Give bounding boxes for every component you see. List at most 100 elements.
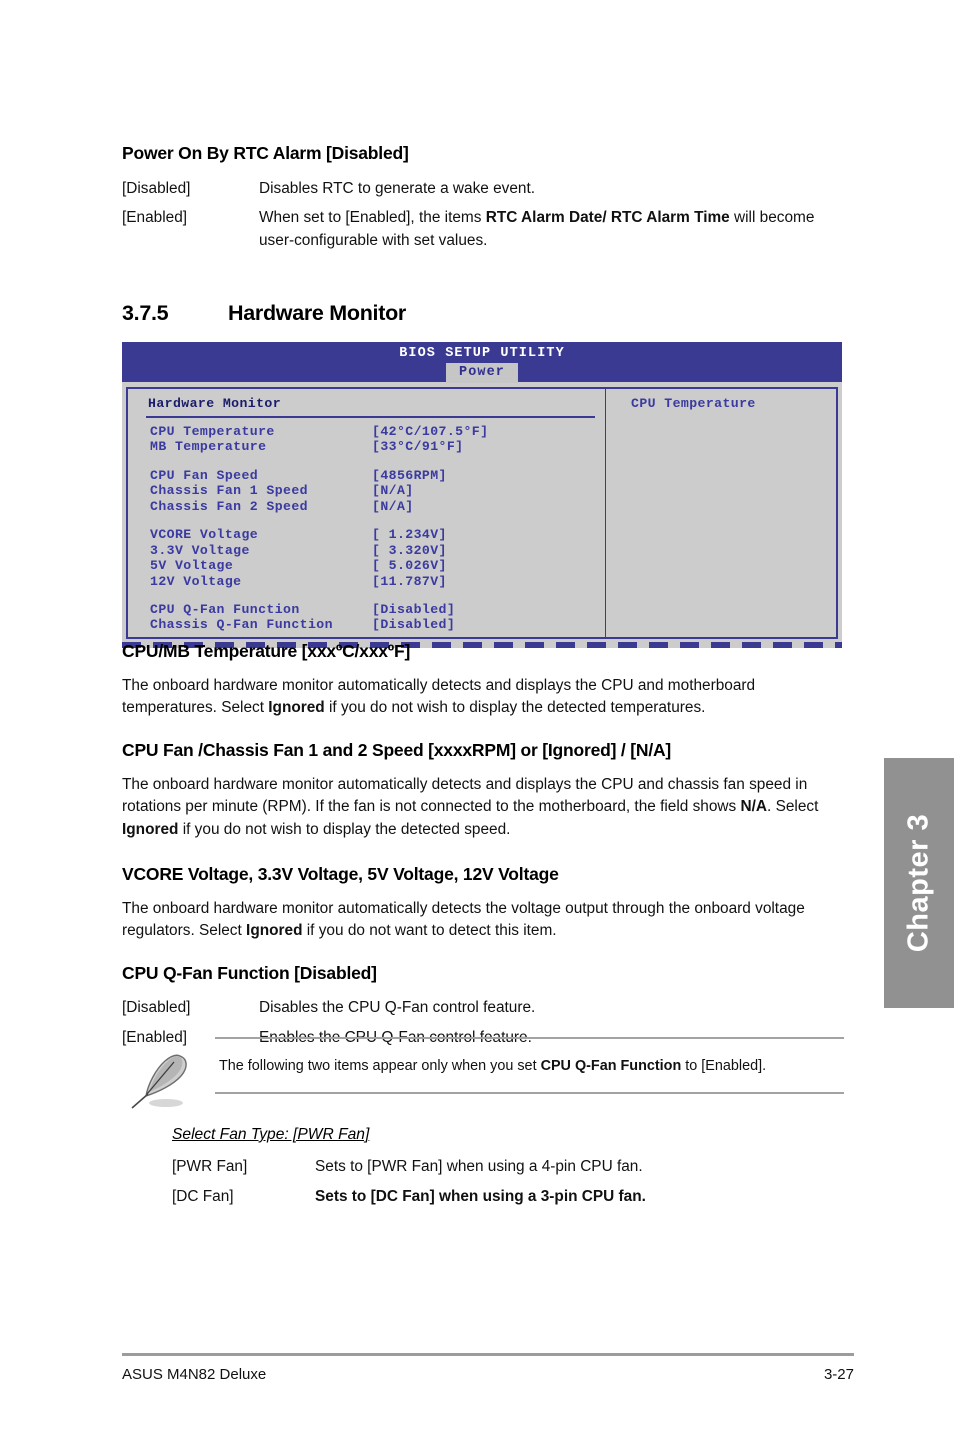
- bios-header-bar: BIOS SETUP UTILITY Power: [122, 342, 842, 383]
- text-bold-1: N/A: [740, 798, 768, 816]
- text-post: if you do not wish to display the detect…: [324, 699, 706, 717]
- bios-setup-screenshot: BIOS SETUP UTILITY Power Hardware Monito…: [122, 342, 842, 648]
- text-post: if you do not want to detect this item.: [302, 922, 557, 940]
- bios-row[interactable]: MB Temperature [33°C/91°F]: [128, 439, 605, 454]
- bios-tab-power[interactable]: Power: [445, 363, 519, 383]
- definition-key: [DC Fan]: [172, 1188, 234, 1206]
- section-fan-speed: CPU Fan /Chassis Fan 1 and 2 Speed [xxxx…: [122, 740, 854, 841]
- definition-value: Sets to [DC Fan] when using a 3-pin CPU …: [315, 1188, 646, 1206]
- chapter-side-tab: Chapter 3: [884, 758, 954, 1008]
- bios-pane-title: Hardware Monitor: [148, 396, 282, 411]
- bios-row-label: 12V Voltage: [150, 573, 242, 589]
- bios-row-value: [33°C/91°F]: [372, 439, 464, 455]
- section-paragraph: The onboard hardware monitor automatical…: [122, 898, 854, 943]
- bios-spacer: [128, 514, 605, 527]
- definition-key: [Disabled]: [122, 180, 191, 197]
- bios-row[interactable]: 3.3V Voltage [ 3.320V]: [128, 543, 605, 558]
- bios-row[interactable]: CPU Q-Fan Function [Disabled]: [128, 602, 605, 617]
- bios-row-label: CPU Q-Fan Function: [150, 601, 300, 617]
- definition-row: [Enabled] When set to [Enabled], the ite…: [122, 207, 852, 252]
- text-bold: Ignored: [246, 922, 303, 940]
- bios-spacer: [128, 589, 605, 602]
- note-pencil-icon: [126, 1046, 198, 1110]
- bios-row-value: [11.787V]: [372, 573, 447, 589]
- text-bold: CPU Q-Fan Function: [540, 1058, 682, 1074]
- bios-row[interactable]: 5V Voltage [ 5.026V]: [128, 558, 605, 573]
- bios-row[interactable]: CPU Fan Speed [4856RPM]: [128, 468, 605, 483]
- bios-row[interactable]: Chassis Q-Fan Function [Disabled]: [128, 617, 605, 632]
- definition-value: Sets to [PWR Fan] when using a 4-pin CPU…: [315, 1158, 643, 1175]
- bios-row[interactable]: Chassis Fan 2 Speed [N/A]: [128, 499, 605, 514]
- section-voltage: VCORE Voltage, 3.3V Voltage, 5V Voltage,…: [122, 864, 854, 943]
- definition-row: [DC Fan] Sets to [DC Fan] when using a 3…: [172, 1186, 854, 1208]
- section-power-on-by-rtc-alarm: Power On By RTC Alarm [Disabled] [Disabl…: [122, 143, 852, 259]
- text-pre: When set to [Enabled], the items: [259, 209, 486, 227]
- chapter-tab-label: Chapter 3: [902, 813, 935, 953]
- bios-row-label: 5V Voltage: [150, 558, 234, 574]
- bios-row-label: VCORE Voltage: [150, 527, 259, 543]
- bios-row-label: 3.3V Voltage: [150, 542, 250, 558]
- note-text: The following two items appear only when…: [215, 1039, 844, 1092]
- page-footer: ASUS M4N82 Deluxe 3-27: [122, 1366, 854, 1383]
- section-heading: CPU Q-Fan Function [Disabled]: [122, 963, 377, 983]
- section-title: Hardware Monitor: [228, 301, 406, 325]
- bios-title: BIOS SETUP UTILITY: [399, 346, 565, 361]
- text-part-3: if you do not wish to display the detect…: [178, 820, 511, 838]
- text-part-1: The onboard hardware monitor automatical…: [122, 776, 808, 816]
- bios-help-text: CPU Temperature: [631, 396, 756, 411]
- bios-row[interactable]: Chassis Fan 1 Speed [N/A]: [128, 483, 605, 498]
- definition-row: [Disabled] Disables RTC to generate a wa…: [122, 178, 852, 200]
- section-cpu-mb-temperature: CPU/MB Temperature [xxxºC/xxxºF] The onb…: [122, 641, 854, 720]
- manual-page: Power On By RTC Alarm [Disabled] [Disabl…: [0, 0, 954, 1438]
- bios-help-pane: CPU Temperature: [605, 387, 838, 639]
- bios-help-inner: CPU Temperature: [606, 396, 836, 610]
- bios-row[interactable]: VCORE Voltage [ 1.234V]: [128, 527, 605, 542]
- definition-key: [Disabled]: [122, 999, 191, 1016]
- text-post: to [Enabled].: [681, 1058, 767, 1074]
- bios-row-value: [42°C/107.5°F]: [372, 424, 489, 439]
- bios-row-label: Chassis Fan 2 Speed: [150, 498, 308, 514]
- section-number: 3.7.5: [122, 301, 169, 325]
- sub-item-title: Select Fan Type: [PWR Fan]: [172, 1126, 370, 1143]
- definition-row: [Disabled] Disables the CPU Q-Fan contro…: [122, 997, 854, 1019]
- note-callout: The following two items appear only when…: [122, 1032, 854, 1110]
- text-bold-2: Ignored: [122, 820, 179, 838]
- footer-page-number: 3-27: [823, 1366, 854, 1383]
- text-bold: Ignored: [268, 699, 325, 717]
- bios-row-value: [ 1.234V]: [372, 527, 447, 543]
- bios-divider: [146, 416, 595, 418]
- text-pre: The following two items appear only when…: [219, 1058, 541, 1074]
- bios-row-label: CPU Temperature: [150, 424, 275, 439]
- section-paragraph: The onboard hardware monitor automatical…: [122, 774, 854, 841]
- section-heading: CPU/MB Temperature [xxxºC/xxxºF]: [122, 641, 411, 661]
- section-paragraph: The onboard hardware monitor automatical…: [122, 675, 854, 720]
- bios-row-label: Chassis Fan 1 Speed: [150, 483, 308, 499]
- bios-row-label: Chassis Q-Fan Function: [150, 617, 333, 633]
- bios-row[interactable]: CPU Temperature [42°C/107.5°F]: [128, 424, 605, 439]
- text-bold: RTC Alarm Date/ RTC Alarm Time: [485, 209, 730, 227]
- bios-row-value: [Disabled]: [372, 601, 456, 617]
- bios-row-value: [4856RPM]: [372, 467, 447, 483]
- bios-body: Hardware Monitor CPU Temperature [42°C/1…: [122, 382, 842, 642]
- text-part-2: . Select: [767, 798, 819, 816]
- bios-row-label: CPU Fan Speed: [150, 467, 259, 483]
- note-bottom-rule: [215, 1092, 844, 1095]
- bios-row-value: [N/A]: [372, 483, 414, 499]
- footer-product-name: ASUS M4N82 Deluxe: [122, 1366, 267, 1383]
- section-heading: CPU Fan /Chassis Fan 1 and 2 Speed [xxxx…: [122, 740, 672, 760]
- definition-value: Disables RTC to generate a wake event.: [259, 180, 536, 197]
- definition-value: When set to [Enabled], the items RTC Ala…: [259, 207, 852, 252]
- section-select-fan-type: Select Fan Type: [PWR Fan] [PWR Fan] Set…: [172, 1126, 854, 1217]
- bios-row-value: [Disabled]: [372, 617, 456, 633]
- section-heading: Power On By RTC Alarm [Disabled]: [122, 143, 409, 163]
- section-heading: VCORE Voltage, 3.3V Voltage, 5V Voltage,…: [122, 864, 559, 884]
- bios-row-value: [N/A]: [372, 498, 414, 514]
- definition-row: [PWR Fan] Sets to [PWR Fan] when using a…: [172, 1156, 854, 1178]
- section-number-heading: 3.7.5 Hardware Monitor: [122, 301, 852, 326]
- bios-row-value: [ 3.320V]: [372, 542, 447, 558]
- definition-key: [Enabled]: [122, 209, 188, 227]
- note-body: The following two items appear only when…: [215, 1037, 844, 1095]
- footer-divider: [122, 1353, 854, 1356]
- definition-value: Disables the CPU Q-Fan control feature.: [259, 999, 536, 1016]
- bios-row[interactable]: 12V Voltage [11.787V]: [128, 574, 605, 589]
